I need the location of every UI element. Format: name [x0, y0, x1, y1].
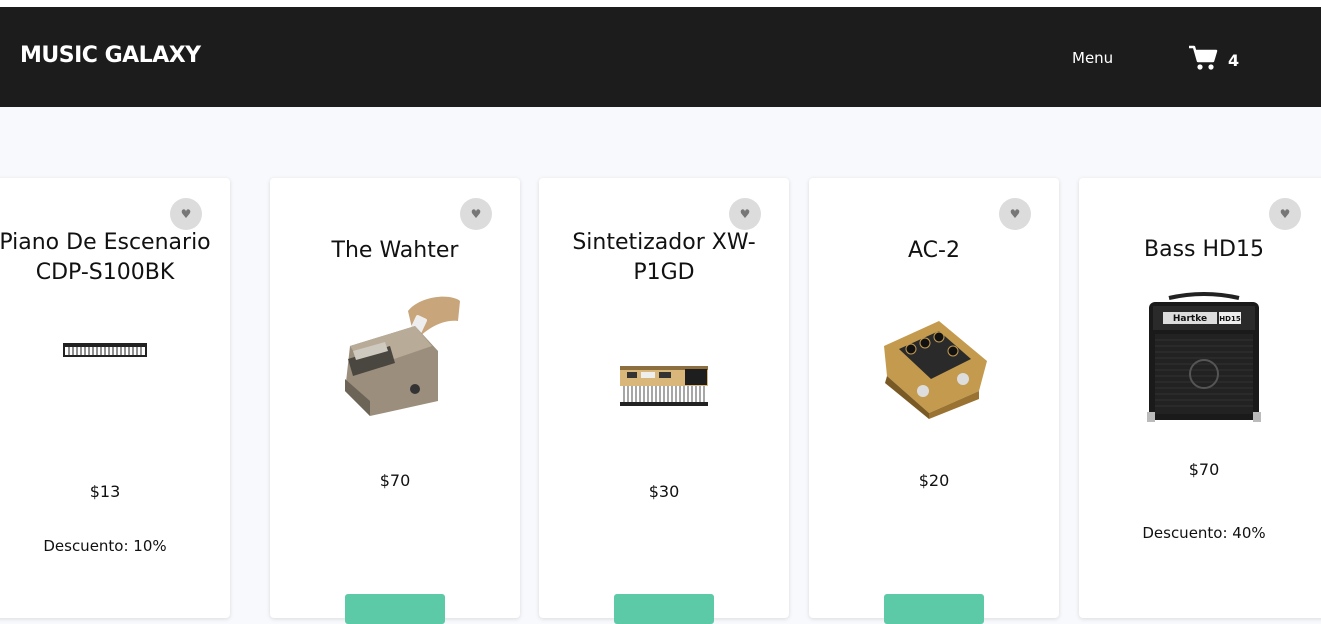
stage-piano-image [62, 333, 148, 367]
synthesizer-image [589, 306, 739, 456]
product-title: AC-2 [908, 238, 960, 263]
product-card[interactable]: ♥ Piano De Escenario CDP-S100BK $13 Desc… [0, 178, 230, 618]
svg-text:Hartke: Hartke [1173, 314, 1207, 324]
product-price: $70 [379, 471, 411, 490]
acoustic-pedal-image [859, 291, 1009, 441]
navbar: MUSIC GALAXY Menu 4 [0, 7, 1321, 107]
cart-icon [1188, 45, 1218, 71]
product-card[interactable]: ♥ AC-2 $20 [809, 178, 1059, 624]
product-discount: Descuento: 10% [43, 537, 167, 555]
menu-link[interactable]: Menu [1072, 49, 1113, 67]
product-card[interactable]: ♥ The Wahter $70 [270, 178, 520, 624]
wah-pedal-image [320, 291, 470, 441]
product-price: $20 [918, 471, 950, 490]
heart-icon[interactable]: ♥ [729, 198, 761, 230]
product-discount: Descuento: 40% [1142, 524, 1266, 542]
product-title: Piano De Escenario CDP-S100BK [0, 230, 211, 285]
buy-button[interactable] [884, 594, 984, 624]
heart-icon[interactable]: ♥ [170, 198, 202, 230]
product-price: $13 [89, 482, 121, 501]
heart-icon[interactable]: ♥ [999, 198, 1031, 230]
top-strip [0, 0, 1321, 7]
product-card[interactable]: ♥ Bass HD15 Hartke HD15 $70 Descuento: 4… [1079, 178, 1321, 618]
cart-button[interactable]: 4 [1188, 43, 1239, 73]
product-card[interactable]: ♥ Sintetizador XW-P1GD $30 [539, 178, 789, 624]
product-title: The Wahter [331, 238, 459, 263]
product-title: Sintetizador XW-P1GD [572, 230, 756, 285]
cart-count-badge: 4 [1228, 50, 1240, 70]
heart-icon[interactable]: ♥ [460, 198, 492, 230]
heart-icon[interactable]: ♥ [1269, 198, 1301, 230]
brand-logo[interactable]: MUSIC GALAXY [20, 43, 201, 68]
bass-amp-image: Hartke HD15 [1129, 284, 1279, 434]
buy-button[interactable] [345, 594, 445, 624]
product-price: $70 [1188, 460, 1220, 479]
buy-button[interactable] [614, 594, 714, 624]
product-price: $30 [648, 482, 680, 501]
product-title: Bass HD15 [1144, 237, 1264, 262]
svg-text:HD15: HD15 [1219, 315, 1241, 323]
